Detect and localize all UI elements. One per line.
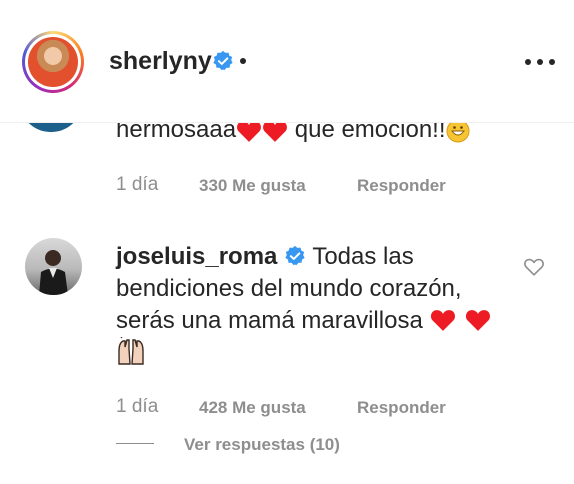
red-heart-icon bbox=[466, 310, 491, 331]
comment-reply-button[interactable]: Responder bbox=[357, 398, 446, 418]
raising-hands-icon bbox=[118, 337, 144, 365]
more-options-icon[interactable] bbox=[525, 59, 555, 67]
previous-comment-time: 1 día bbox=[116, 174, 159, 195]
post-header: sherlyny bbox=[0, 0, 574, 123]
replies-divider bbox=[116, 443, 154, 444]
view-replies-button[interactable]: Ver respuestas (10) bbox=[184, 435, 340, 455]
previous-comment-likes[interactable]: 330 Me gusta bbox=[199, 176, 306, 196]
header-username[interactable]: sherlyny bbox=[109, 46, 212, 76]
like-heart-icon[interactable] bbox=[523, 256, 545, 278]
profile-avatar[interactable] bbox=[22, 31, 84, 93]
verified-badge-icon bbox=[213, 50, 233, 71]
comment-username[interactable]: joseluis_roma bbox=[116, 243, 277, 270]
separator-dot bbox=[240, 58, 246, 64]
red-heart-icon bbox=[431, 310, 456, 331]
comment-likes[interactable]: 428 Me gusta bbox=[199, 398, 306, 418]
comment-avatar[interactable] bbox=[25, 238, 82, 295]
person-silhouette-icon bbox=[39, 250, 68, 295]
previous-comment-reply-button[interactable]: Responder bbox=[357, 176, 446, 196]
comment-body: joseluis_roma Todas las bendiciones del … bbox=[116, 241, 516, 370]
verified-badge-icon bbox=[285, 245, 305, 266]
avatar-photo bbox=[28, 37, 78, 87]
comment-time: 1 día bbox=[116, 396, 159, 417]
